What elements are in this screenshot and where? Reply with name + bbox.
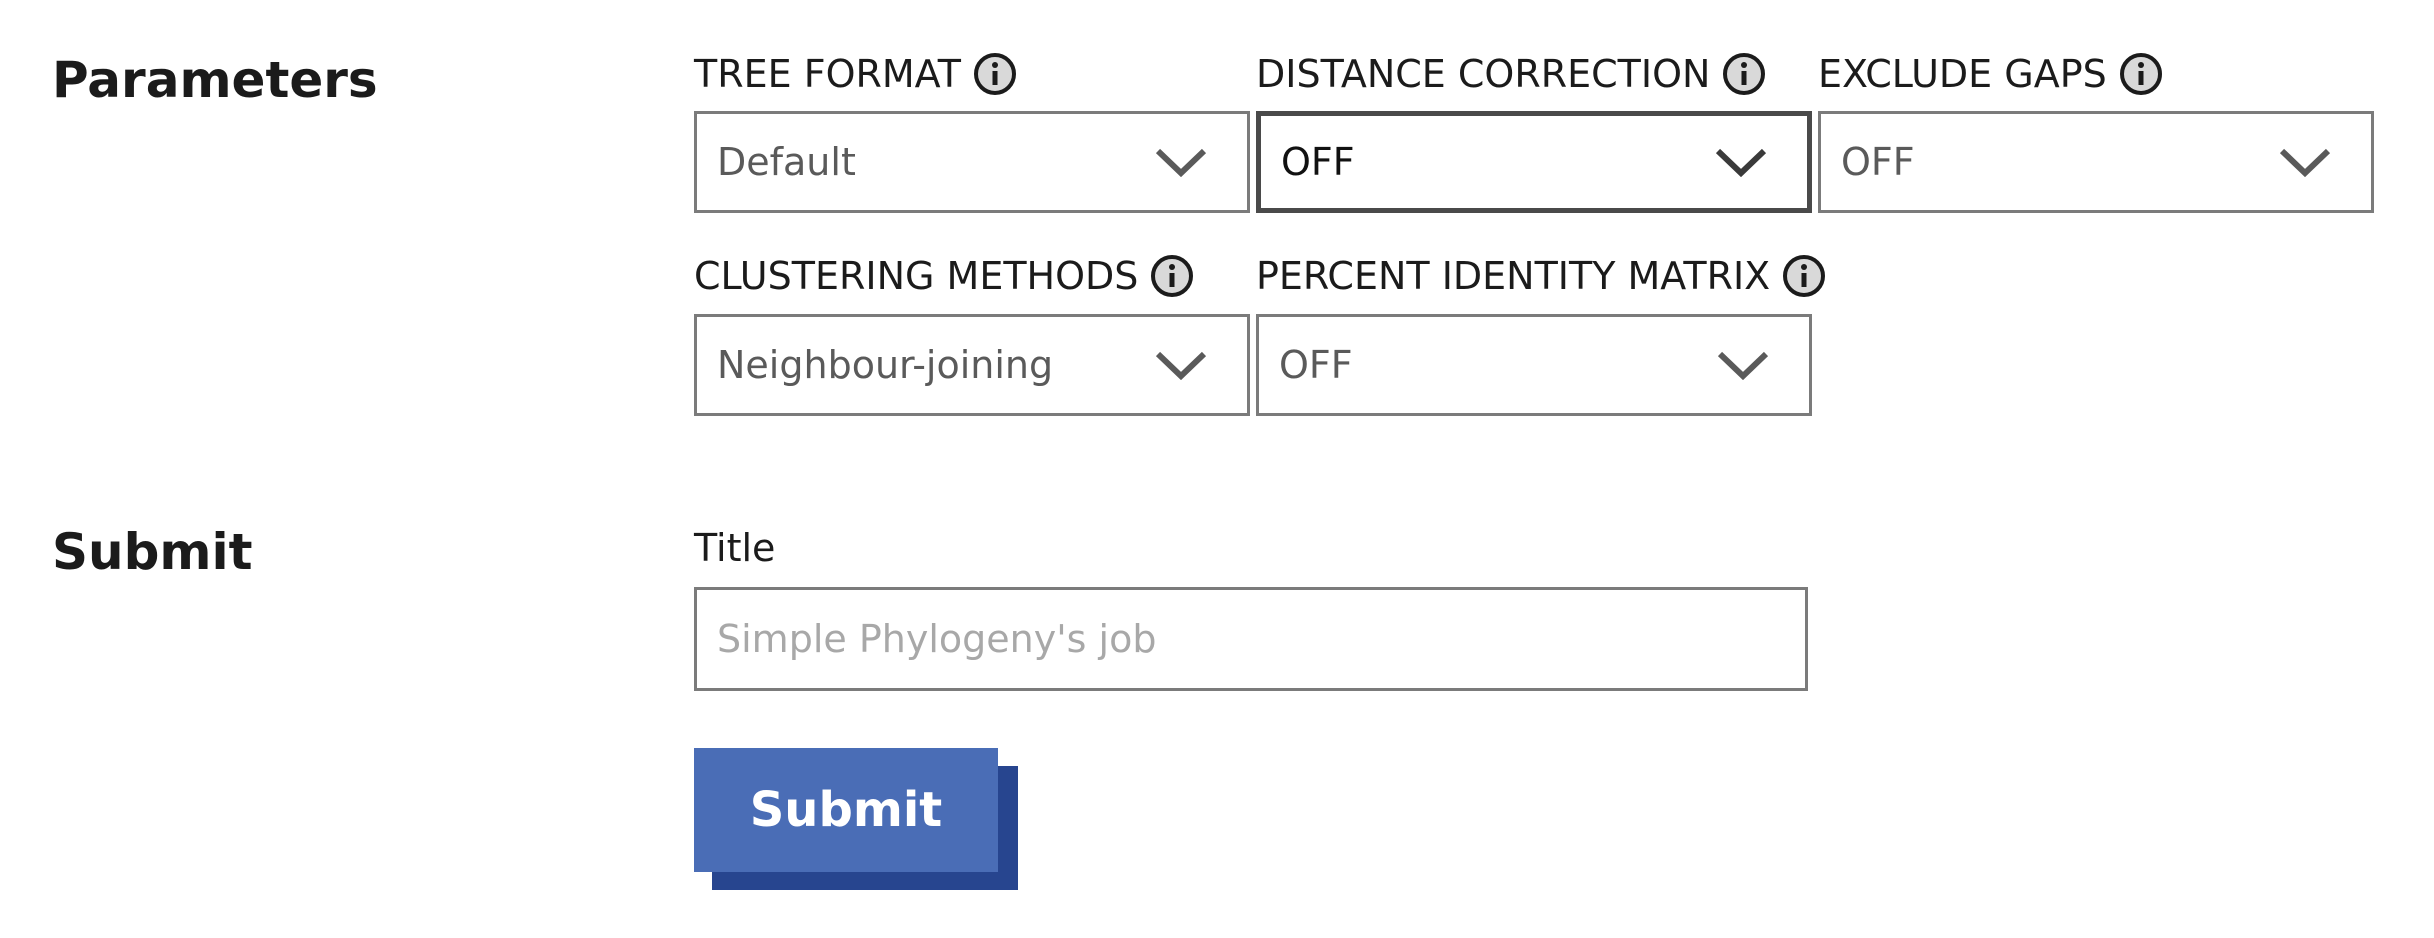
info-icon[interactable] — [2119, 52, 2163, 96]
clustering-methods-value: Neighbour-joining — [717, 343, 1054, 387]
info-icon[interactable] — [1722, 52, 1766, 96]
distance-correction-label-text: DISTANCE CORRECTION — [1256, 52, 1711, 96]
tree-format-select[interactable]: Default — [694, 111, 1250, 213]
clustering-methods-label-text: CLUSTERING METHODS — [694, 254, 1139, 298]
exclude-gaps-label-text: EXCLUDE GAPS — [1818, 52, 2107, 96]
title-input[interactable] — [694, 587, 1808, 691]
info-icon[interactable] — [1782, 254, 1826, 298]
distance-correction-select[interactable]: OFF — [1256, 111, 1812, 213]
tree-format-label: TREE FORMAT — [694, 52, 1017, 96]
submit-button[interactable]: Submit — [694, 748, 998, 872]
percent-identity-matrix-select[interactable]: OFF — [1256, 314, 1812, 416]
tree-format-value: Default — [717, 140, 856, 184]
exclude-gaps-value: OFF — [1841, 140, 1915, 184]
parameters-heading: Parameters — [52, 51, 378, 109]
clustering-methods-label: CLUSTERING METHODS — [694, 254, 1194, 298]
title-label: Title — [694, 529, 775, 567]
submit-heading: Submit — [52, 523, 253, 581]
submit-button-wrap: Submit — [694, 748, 1018, 890]
exclude-gaps-select[interactable]: OFF — [1818, 111, 2374, 213]
clustering-methods-select[interactable]: Neighbour-joining — [694, 314, 1250, 416]
percent-identity-matrix-label-text: PERCENT IDENTITY MATRIX — [1256, 254, 1771, 298]
chevron-down-icon — [2279, 147, 2331, 177]
tree-format-label-text: TREE FORMAT — [694, 52, 961, 96]
percent-identity-matrix-label: PERCENT IDENTITY MATRIX — [1256, 254, 1826, 298]
chevron-down-icon — [1715, 147, 1767, 177]
distance-correction-value: OFF — [1281, 140, 1355, 184]
percent-identity-matrix-value: OFF — [1279, 343, 1353, 387]
distance-correction-label: DISTANCE CORRECTION — [1256, 52, 1766, 96]
title-label-text: Title — [694, 526, 776, 570]
chevron-down-icon — [1155, 350, 1207, 380]
info-icon[interactable] — [1150, 254, 1194, 298]
exclude-gaps-label: EXCLUDE GAPS — [1818, 52, 2163, 96]
info-icon[interactable] — [973, 52, 1017, 96]
chevron-down-icon — [1155, 147, 1207, 177]
chevron-down-icon — [1717, 350, 1769, 380]
